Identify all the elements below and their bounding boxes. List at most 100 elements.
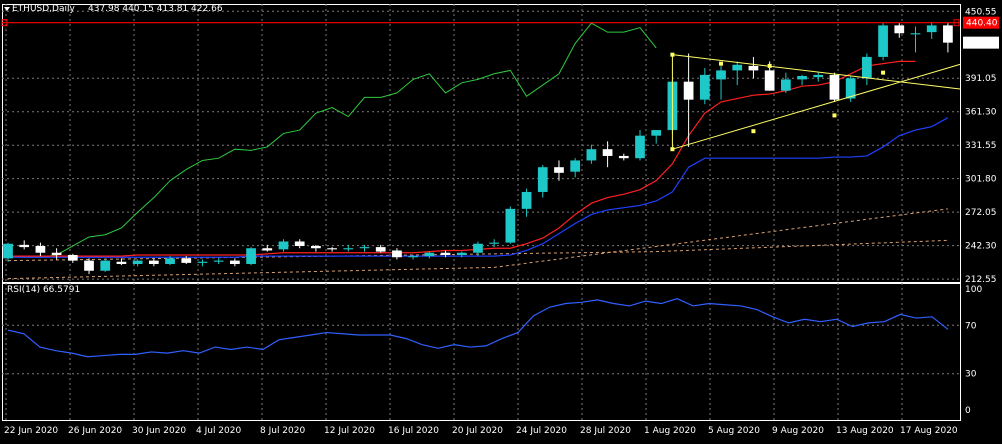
candle-body xyxy=(294,241,305,246)
candle-body xyxy=(602,149,613,156)
trendline-anchor xyxy=(719,61,724,66)
chart-background xyxy=(0,0,1002,440)
date-axis-label: 20 Jul 2020 xyxy=(452,426,503,436)
candle-body xyxy=(570,160,581,172)
candle-body xyxy=(440,252,451,255)
candle-body xyxy=(262,248,273,251)
rsi-axis-label: 70 xyxy=(965,321,977,331)
candle-body xyxy=(537,167,548,192)
date-axis-label: 22 Jun 2020 xyxy=(4,426,58,436)
rsi-axis-label: 30 xyxy=(965,370,977,380)
candle-body xyxy=(829,74,840,100)
candle-body xyxy=(683,81,694,100)
date-axis-label: 9 Aug 2020 xyxy=(772,426,824,436)
candle-body xyxy=(716,70,726,80)
candle-body xyxy=(327,248,337,250)
candle xyxy=(505,206,516,244)
rsi-axis-label: 100 xyxy=(965,285,982,295)
date-axis-label: 28 Jul 2020 xyxy=(580,426,631,436)
candle-body xyxy=(699,74,710,100)
candle-body xyxy=(230,260,240,264)
candle-body xyxy=(505,208,516,243)
candle-body xyxy=(165,258,175,264)
candle-body xyxy=(635,135,645,159)
candle-body xyxy=(51,252,62,255)
candle-body xyxy=(554,167,564,173)
candle-body xyxy=(878,25,888,57)
candle-body xyxy=(862,56,872,79)
candle-body xyxy=(910,33,921,35)
candle-body xyxy=(813,74,824,78)
trendline-anchor xyxy=(670,147,675,152)
candle-body xyxy=(148,260,159,264)
candle-body xyxy=(197,261,208,263)
candle-body xyxy=(181,258,192,263)
date-axis-label: 26 Jun 2020 xyxy=(68,426,122,436)
trendline-anchor xyxy=(751,129,756,134)
candle-body xyxy=(359,247,370,249)
price-axis-label: 301.80 xyxy=(965,175,997,185)
candle-body xyxy=(35,245,46,253)
chart-window[interactable]: 450.55 422.66 391.05 361.30 331.55 301.80 272.… xyxy=(0,0,1002,440)
candle-body xyxy=(926,25,937,33)
candle-body xyxy=(375,247,386,252)
candle-body xyxy=(748,65,759,71)
candle-body xyxy=(392,250,402,258)
price-chart[interactable]: 450.55 422.66 391.05 361.30 331.55 301.80 272.… xyxy=(0,0,1002,440)
price-axis-label: 331.55 xyxy=(965,141,997,151)
candle-body xyxy=(618,155,629,159)
date-axis-label: 12 Jul 2020 xyxy=(324,426,375,436)
trendline-anchor xyxy=(767,63,772,68)
candle-body xyxy=(797,76,807,80)
chart-title: ETHUSD,Daily xyxy=(12,4,75,14)
candle-body xyxy=(3,243,13,259)
price-axis-label: 361.30 xyxy=(965,108,997,118)
candle-body xyxy=(764,70,775,91)
date-axis-label: 13 Aug 2020 xyxy=(836,426,894,436)
candle-body xyxy=(894,25,905,34)
candle xyxy=(246,247,256,266)
candle-body xyxy=(278,241,289,250)
price-axis-label: 242.30 xyxy=(965,242,997,252)
candle-body xyxy=(586,149,597,161)
price-axis-label: 272.05 xyxy=(965,208,997,218)
date-axis-label: 17 Aug 2020 xyxy=(900,426,958,436)
trendline-anchor xyxy=(881,70,886,75)
rsi-axis-label: 0 xyxy=(965,406,971,416)
candle xyxy=(829,72,840,102)
candle-body xyxy=(132,260,143,264)
date-axis-label: 1 Aug 2020 xyxy=(644,426,696,436)
candle-body xyxy=(311,245,321,249)
date-axis-label: 16 Jul 2020 xyxy=(388,426,439,436)
price-axis-label: 391.05 xyxy=(965,74,997,84)
trendline-anchor xyxy=(832,113,837,118)
candle-body xyxy=(943,25,953,43)
candle-body xyxy=(213,260,224,262)
candle-body xyxy=(489,242,500,244)
date-axis-label: 30 Jun 2020 xyxy=(132,426,186,436)
candle-body xyxy=(116,261,127,264)
candle-body xyxy=(732,64,743,71)
candle-body xyxy=(521,191,532,209)
price-axis-label: 450.55 xyxy=(965,7,997,17)
candle xyxy=(878,23,888,61)
candle-body xyxy=(19,244,30,248)
candle-body xyxy=(67,254,78,261)
price-axis-label: 212.55 xyxy=(965,275,997,285)
candle-body xyxy=(84,260,94,271)
date-axis-label: 8 Jul 2020 xyxy=(260,426,305,436)
candle-body xyxy=(246,248,256,264)
level-price-tag-text: 440.40 xyxy=(966,19,998,29)
trendline-anchor xyxy=(670,52,675,57)
candle-body xyxy=(343,248,354,250)
candle-body xyxy=(100,260,111,271)
candle-body xyxy=(651,130,662,136)
candle-body xyxy=(780,79,791,91)
candle-body xyxy=(456,252,467,255)
date-axis-label: 5 Aug 2020 xyxy=(708,426,760,436)
date-axis-label: 4 Jul 2020 xyxy=(196,426,241,436)
candle-body xyxy=(473,243,483,253)
current-price-tag-text: 422.66 xyxy=(966,39,998,49)
date-axis-label: 24 Jul 2020 xyxy=(516,426,567,436)
rsi-header: RSI(14) 66.5791 xyxy=(7,285,81,295)
